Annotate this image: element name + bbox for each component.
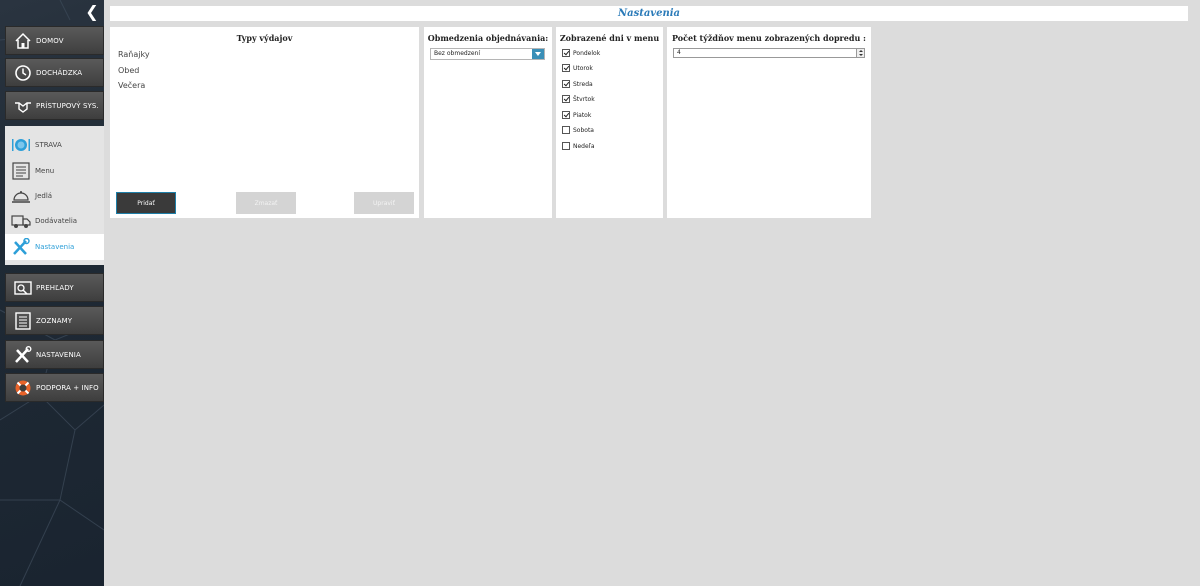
menu-icon <box>11 162 31 180</box>
submenu-item-nastavenia[interactable]: Nastavenia <box>5 234 104 260</box>
plate-icon <box>11 136 31 154</box>
stepper-arrows-icon[interactable] <box>856 49 864 57</box>
chevron-left-icon: ❮ <box>85 2 99 21</box>
weeks-ahead-value: 4 <box>677 49 681 56</box>
types-panel-title: Typy výdajov <box>236 33 293 43</box>
nav-pristupovy[interactable]: PRÍSTUPOVÝ SYS. <box>5 91 104 120</box>
submenu-item-label: Menu <box>35 167 55 175</box>
add-button[interactable]: Pridať <box>116 192 176 214</box>
submenu-item-label: Jedlá <box>35 192 53 200</box>
tools-icon <box>11 238 31 256</box>
day-label: Nedeľa <box>573 142 595 150</box>
weeks-ahead-panel: Počet týždňov menu zobrazených dopredu :… <box>667 27 871 218</box>
edit-button[interactable]: Upraviť <box>354 192 414 214</box>
submenu-item-menu[interactable]: Menu <box>5 160 104 182</box>
menu-days-panel: Zobrazené dni v menu Pondelok Utorok Str… <box>556 27 663 218</box>
order-limits-panel: Obmedzenia objednávania: Bez obmedzení <box>424 27 552 218</box>
clock-icon <box>14 64 32 82</box>
collapse-sidebar-button[interactable]: ❮ <box>84 4 100 20</box>
chevron-down-icon[interactable] <box>532 49 544 59</box>
weeks-panel-title: Počet týždňov menu zobrazených dopredu : <box>671 33 867 43</box>
sidebar: ❮ DOMOV DOCHÁDZKA PRÍSTUPOVÝ SYS. STRAVA <box>0 0 104 586</box>
submenu-item-label: Dodávatelia <box>35 217 78 225</box>
nav-dochadzka-label: DOCHÁDZKA <box>36 68 83 77</box>
submenu-header-strava[interactable]: STRAVA <box>5 134 104 156</box>
day-label: Utorok <box>573 64 593 72</box>
list-item[interactable]: Večera <box>118 81 145 90</box>
types-panel: Typy výdajov Raňajky Obed Večera Pridať … <box>110 27 419 218</box>
nav-domov[interactable]: DOMOV <box>5 26 104 55</box>
handshake-icon <box>14 97 32 115</box>
nav-zoznamy-label: ZOZNAMY <box>36 316 73 325</box>
day-label: Streda <box>573 80 593 88</box>
nav-zoznamy[interactable]: ZOZNAMY <box>5 306 104 335</box>
day-checkbox-row[interactable]: Sobota <box>562 125 594 135</box>
list-item[interactable]: Raňajky <box>118 50 150 59</box>
day-checkbox[interactable] <box>562 64 570 72</box>
day-checkbox-row[interactable]: Štvrtok <box>562 94 595 104</box>
tools-icon <box>14 345 32 364</box>
nav-dochadzka[interactable]: DOCHÁDZKA <box>5 58 104 87</box>
nav-nastavenia[interactable]: NASTAVENIA <box>5 340 104 369</box>
strava-submenu: STRAVA Menu Jedlá Dodávatelia Nastavenia <box>5 126 104 265</box>
submenu-item-jedla[interactable]: Jedlá <box>5 185 104 207</box>
day-checkbox-row[interactable]: Nedeľa <box>562 141 595 151</box>
submenu-item-dodavatelia[interactable]: Dodávatelia <box>5 210 104 232</box>
nav-podpora-label: PODPORA + INFO <box>36 383 99 392</box>
nav-domov-label: DOMOV <box>36 36 64 45</box>
list-item[interactable]: Obed <box>118 66 139 75</box>
limits-panel-title: Obmedzenia objednávania: <box>427 33 549 43</box>
lifebuoy-icon <box>14 379 32 397</box>
order-limit-select[interactable]: Bez obmedzení <box>430 48 545 60</box>
order-limit-value: Bez obmedzení <box>434 50 480 57</box>
nav-nastavenia-label: NASTAVENIA <box>36 350 81 359</box>
page-title: Nastavenia <box>110 6 1188 21</box>
days-panel-title: Zobrazené dni v menu <box>559 33 660 43</box>
day-checkbox[interactable] <box>562 111 570 119</box>
nav-prehlady[interactable]: PREHĽADY <box>5 273 104 302</box>
nav-prehlady-label: PREHĽADY <box>36 283 74 292</box>
day-label: Štvrtok <box>573 95 595 103</box>
day-checkbox[interactable] <box>562 126 570 134</box>
cloche-icon <box>11 187 31 205</box>
weeks-ahead-stepper[interactable]: 4 <box>673 48 865 58</box>
list-icon <box>14 311 32 330</box>
day-checkbox[interactable] <box>562 49 570 57</box>
day-label: Sobota <box>573 126 594 134</box>
day-checkbox-row[interactable]: Pondelok <box>562 48 600 58</box>
submenu-header-label: STRAVA <box>35 141 62 149</box>
nav-pristupovy-label: PRÍSTUPOVÝ SYS. <box>36 101 99 110</box>
submenu-item-label: Nastavenia <box>35 243 75 251</box>
day-label: Piatok <box>573 111 592 119</box>
day-checkbox[interactable] <box>562 95 570 103</box>
day-checkbox-row[interactable]: Piatok <box>562 110 591 120</box>
day-checkbox[interactable] <box>562 142 570 150</box>
delete-button[interactable]: Zmazať <box>236 192 296 214</box>
day-label: Pondelok <box>573 49 601 57</box>
day-checkbox[interactable] <box>562 80 570 88</box>
overview-icon <box>14 279 32 297</box>
day-checkbox-row[interactable]: Utorok <box>562 63 593 73</box>
day-checkbox-row[interactable]: Streda <box>562 79 593 89</box>
home-icon <box>14 32 32 50</box>
truck-icon <box>11 212 31 230</box>
nav-podpora[interactable]: PODPORA + INFO <box>5 373 104 402</box>
